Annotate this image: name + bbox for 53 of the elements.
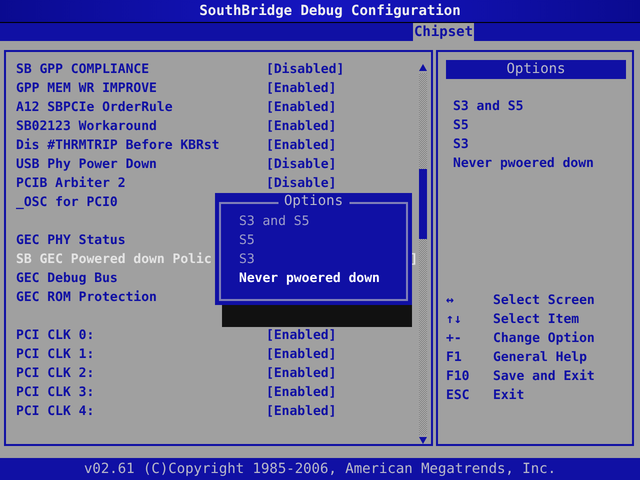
popup-option[interactable]: S3 (239, 250, 255, 269)
key-label: ↑↓ (446, 312, 463, 327)
key-label: ESC (446, 388, 470, 403)
popup-option[interactable]: S5 (239, 231, 255, 250)
setting-label[interactable]: PCIB Arbiter 2 (16, 176, 266, 191)
setting-value[interactable]: [Enabled] (266, 328, 336, 343)
scroll-track[interactable] (419, 73, 427, 435)
option-text: Never pwoered down (453, 155, 595, 173)
popup-option[interactable]: S3 and S5 (239, 212, 310, 231)
scroll-thumb[interactable] (419, 169, 427, 239)
setting-label[interactable]: PCI CLK 2: (16, 366, 266, 381)
setting-label[interactable]: SB02123 Workaround (16, 119, 266, 134)
popup-option[interactable]: Never pwoered down (239, 269, 380, 288)
setting-value[interactable]: [Enabled] (266, 366, 336, 381)
scroll-up-arrow-icon[interactable] (419, 64, 427, 71)
key-action: Select Screen (493, 293, 595, 308)
help-title: Options (446, 60, 626, 79)
setting-value[interactable]: [Enabled] (266, 100, 336, 115)
setting-label[interactable]: PCI CLK 1: (16, 347, 266, 362)
key-action: Change Option (493, 331, 595, 346)
setting-value[interactable]: [Enabled] (266, 385, 336, 400)
key-label: ↔ (446, 293, 455, 308)
option-text: S3 (453, 136, 470, 154)
key-action: Save and Exit (493, 369, 595, 384)
setting-label[interactable]: Dis #THRMTRIP Before KBRst (16, 138, 266, 153)
setting-value[interactable]: [Enabled] (266, 404, 336, 419)
setting-value[interactable]: [Enabled] (266, 119, 336, 134)
popup-title: Options (278, 193, 349, 209)
setting-label[interactable]: GPP MEM WR IMPROVE (16, 81, 266, 96)
setting-label[interactable]: A12 SBPCIe OrderRule (16, 100, 266, 115)
setting-value[interactable]: [Enabled] (266, 81, 336, 96)
copyright-text: v02.61 (C)Copyright 1985-2006, American Megatrends, Inc. (84, 461, 556, 477)
setting-value[interactable]: [Disable] (266, 176, 336, 191)
key-label: F1 (446, 350, 463, 365)
setting-label[interactable]: PCI CLK 3: (16, 385, 266, 400)
setting-value[interactable]: [Enabled] (266, 347, 336, 362)
setting-value[interactable]: [Enabled] (266, 138, 336, 153)
setting-value[interactable]: [Disabled] (266, 62, 344, 77)
key-label: +- (446, 331, 463, 346)
key-action: Select Item (493, 312, 580, 327)
setting-label[interactable]: USB Phy Power Down (16, 157, 266, 172)
key-action: General Help (493, 350, 587, 365)
setting-value[interactable]: [Disable] (266, 157, 336, 172)
setting-label[interactable]: PCI CLK 4: (16, 404, 266, 419)
setting-label[interactable]: SB GPP COMPLIANCE (16, 62, 266, 77)
setting-label[interactable]: PCI CLK 0: (16, 328, 266, 343)
key-label: F10 (446, 369, 470, 384)
window-title: SouthBridge Debug Configuration (199, 3, 461, 19)
option-text: S5 (453, 117, 470, 135)
tab[interactable]: Chipset (413, 23, 474, 41)
key-action: Exit (493, 388, 524, 403)
scroll-down-arrow-icon[interactable] (419, 437, 427, 444)
option-text: S3 and S5 (453, 98, 524, 116)
